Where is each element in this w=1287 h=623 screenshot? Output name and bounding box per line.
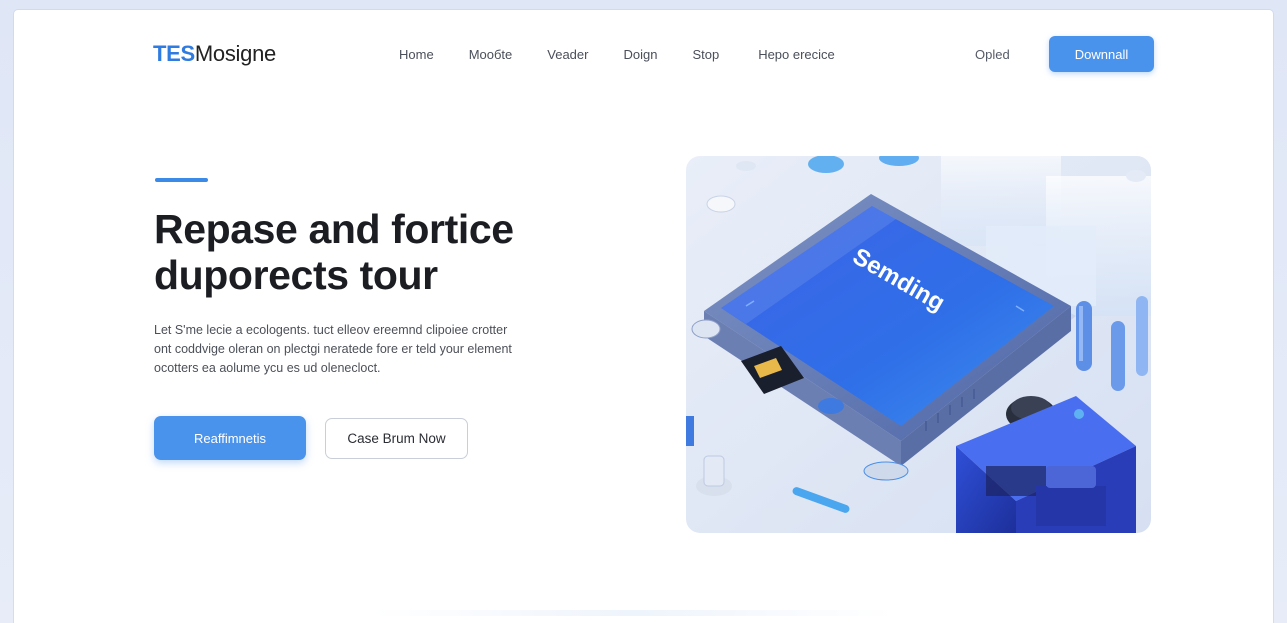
download-button[interactable]: Downnall <box>1049 36 1154 72</box>
hero-description-line3: ocotters ea aolume ycu es ud olenecloct. <box>154 361 381 375</box>
nav-secondary-link[interactable]: Opled <box>975 47 1010 62</box>
nav-item-shop[interactable]: Stop <box>692 47 719 62</box>
brand-logo-prefix: TES <box>153 41 195 66</box>
hero-headline: Repase and fortice duporects tour <box>154 206 614 298</box>
hero-headline-line2: duporects tour <box>154 252 438 298</box>
nav-item-3[interactable]: Veader <box>547 47 588 62</box>
primary-cta-button[interactable]: Reaffimnetis <box>154 416 306 460</box>
headline-accent-bar <box>155 178 208 182</box>
landing-page: TESMosigne Home Moобte Veader Doign Stop… <box>14 10 1273 623</box>
nav-item-4[interactable]: Doign <box>623 47 657 62</box>
brand-logo-suffix: Mosigne <box>194 41 276 66</box>
nav-item-2[interactable]: Moобte <box>469 47 513 62</box>
hero-illustration: Semding <box>686 156 1151 533</box>
hero-headline-line1: Repase and fortice <box>154 206 514 252</box>
nav-item-home[interactable]: Home <box>399 47 434 62</box>
brand-logo[interactable]: TESMosigne <box>153 41 276 67</box>
hero-description: Let S'me lecie a ecologents. tuct elleov… <box>154 321 624 378</box>
hero-description-line2: ont coddvige oleran on plectgi neratede … <box>154 342 512 356</box>
nav-item-6[interactable]: Hepo erecice <box>758 47 835 62</box>
secondary-cta-button[interactable]: Case Brum Now <box>325 418 468 459</box>
main-nav: Home Moобte Veader Doign Stop Hepo ereci… <box>399 47 835 62</box>
bottom-divider <box>374 610 894 616</box>
hero-description-line1: Let S'me lecie a ecologents. tuct elleov… <box>154 323 508 337</box>
